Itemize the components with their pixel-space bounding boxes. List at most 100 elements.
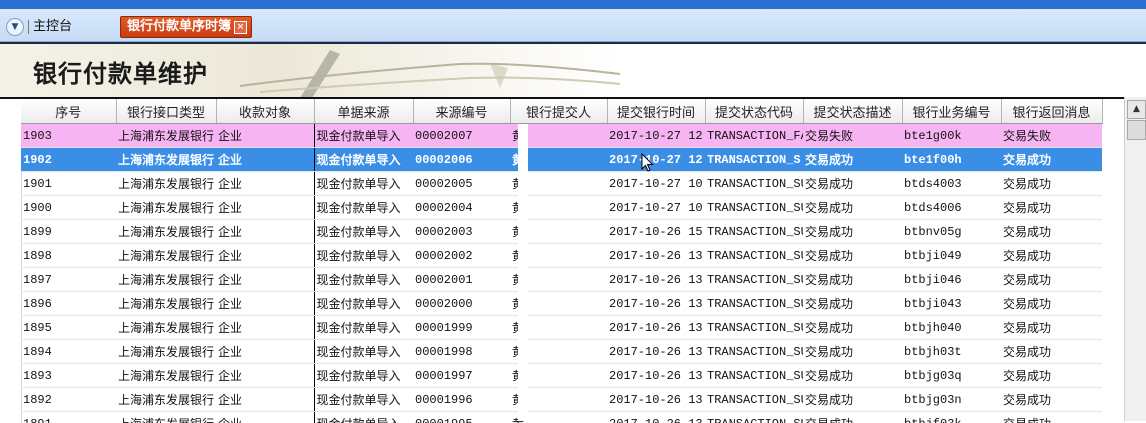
col-bank-return-message-cell: 交易成功	[1001, 412, 1102, 423]
col-status-description-cell: 交易成功	[803, 340, 902, 364]
col-bank-interface-type-cell: 上海浦东发展银行	[116, 292, 216, 316]
vertical-scrollbar[interactable]: ▲	[1124, 97, 1146, 421]
page-banner: 银行付款单维护	[0, 42, 1146, 98]
col-bank-business-number-cell: btbji049	[902, 244, 1001, 268]
table-row[interactable]: 1897上海浦东发展银行企业现金付款单导入00002001黄2017-10-26…	[21, 268, 1102, 292]
col-document-source-cell: 现金付款单导入	[314, 244, 413, 268]
col-submit-time-cell: 2017-10-27 12	[607, 148, 705, 172]
col-document-source-cell: 现金付款单导入	[314, 148, 413, 172]
table-row[interactable]: 1902上海浦东发展银行企业现金付款单导入00002006黄2017-10-27…	[21, 148, 1102, 172]
col-bank-interface-type-cell: 上海浦东发展银行	[116, 388, 216, 412]
col-submit-time-cell: 2017-10-27 10:5	[607, 196, 705, 220]
col-document-source-cell: 现金付款单导入	[314, 124, 413, 148]
col-payee-cell: 企业	[216, 196, 314, 220]
col-submit-time-header[interactable]: 提交银行时间	[607, 99, 705, 124]
col-payee-cell: 企业	[216, 268, 314, 292]
col-bank-business-number-cell: btbjh040	[902, 316, 1001, 340]
col-seq-cell: 1896	[21, 292, 116, 316]
col-source-number-cell: 00001995	[413, 412, 510, 423]
col-bank-submitter-header[interactable]: 银行提交人	[510, 99, 607, 124]
col-bank-return-message-cell: 交易成功	[1001, 292, 1102, 316]
tab-home[interactable]: 主控台	[33, 18, 72, 36]
col-bank-interface-type-cell: 上海浦东发展银行	[116, 364, 216, 388]
table-row[interactable]: 1903上海浦东发展银行企业现金付款单导入00002007黄2017-10-27…	[21, 124, 1102, 148]
col-bank-interface-type-cell: 上海浦东发展银行	[116, 148, 216, 172]
col-document-source-cell: 现金付款单导入	[314, 340, 413, 364]
col-source-number-header[interactable]: 来源编号	[413, 99, 510, 124]
col-bank-business-number-cell: btds4003	[902, 172, 1001, 196]
col-status-description-cell: 交易成功	[803, 196, 902, 220]
col-source-number-cell: 00002005	[413, 172, 510, 196]
col-seq-cell: 1897	[21, 268, 116, 292]
table-row[interactable]: 1891上海浦东发展银行企业现金付款单导入00001995黄2017-10-26…	[21, 412, 1102, 423]
tab-bar: ▼ 主控台 银行付款单序时簿 ×	[0, 9, 1146, 42]
col-source-number-cell: 00001999	[413, 316, 510, 340]
table-row[interactable]: 1896上海浦东发展银行企业现金付款单导入00002000黄2017-10-26…	[21, 292, 1102, 316]
col-source-number-cell: 00002000	[413, 292, 510, 316]
col-bank-interface-type-cell: 上海浦东发展银行	[116, 220, 216, 244]
tab-menu-chevron-down-icon[interactable]: ▼	[6, 18, 24, 36]
col-status-code-cell: TRANSACTION_SUC	[705, 220, 803, 244]
col-payee-cell: 企业	[216, 124, 314, 148]
col-bank-interface-type-cell: 上海浦东发展银行	[116, 244, 216, 268]
table-row[interactable]: 1894上海浦东发展银行企业现金付款单导入00001998黄2017-10-26…	[21, 340, 1102, 364]
table-row[interactable]: 1901上海浦东发展银行企业现金付款单导入00002005黄2017-10-27…	[21, 172, 1102, 196]
scroll-up-arrow-icon[interactable]: ▲	[1127, 100, 1146, 119]
table-row[interactable]: 1900上海浦东发展银行企业现金付款单导入00002004黄2017-10-27…	[21, 196, 1102, 220]
col-status-code-cell: TRANSACTION_SUC	[705, 340, 803, 364]
col-bank-business-number-header[interactable]: 银行业务编号	[902, 99, 1001, 124]
col-bank-return-message-cell: 交易成功	[1001, 364, 1102, 388]
tab-bank-payment-journal[interactable]: 银行付款单序时簿 ×	[120, 16, 252, 38]
col-bank-interface-type-cell: 上海浦东发展银行	[116, 124, 216, 148]
col-document-source-header[interactable]: 单据来源	[314, 99, 413, 124]
col-document-source-cell: 现金付款单导入	[314, 316, 413, 340]
col-status-code-cell: TRANSACTION_SUC	[705, 316, 803, 340]
col-payee-cell: 企业	[216, 148, 314, 172]
col-document-source-cell: 现金付款单导入	[314, 196, 413, 220]
col-bank-return-message-header[interactable]: 银行返回消息	[1001, 99, 1102, 124]
col-status-description-cell: 交易成功	[803, 172, 902, 196]
col-bank-return-message-cell: 交易失败	[1001, 124, 1102, 148]
table-row[interactable]: 1893上海浦东发展银行企业现金付款单导入00001997黄2017-10-26…	[21, 364, 1102, 388]
col-submit-time-cell: 2017-10-27 10:5	[607, 172, 705, 196]
col-status-description-cell: 交易成功	[803, 292, 902, 316]
col-bank-return-message-cell: 交易成功	[1001, 172, 1102, 196]
col-source-number-cell: 00002003	[413, 220, 510, 244]
col-seq-cell: 1894	[21, 340, 116, 364]
table-row[interactable]: 1895上海浦东发展银行企业现金付款单导入00001999黄2017-10-26…	[21, 316, 1102, 340]
col-document-source-cell: 现金付款单导入	[314, 172, 413, 196]
col-bank-return-message-cell: 交易成功	[1001, 316, 1102, 340]
table-header: 序号银行接口类型收款对象单据来源来源编号银行提交人提交银行时间提交状态代码提交状…	[21, 99, 1102, 124]
col-source-number-cell: 00001997	[413, 364, 510, 388]
col-source-number-cell: 00001996	[413, 388, 510, 412]
mouse-pointer-icon	[641, 153, 655, 173]
col-submit-time-cell: 2017-10-26 13:4	[607, 316, 705, 340]
col-source-number-cell: 00002007	[413, 124, 510, 148]
col-seq-header[interactable]: 序号	[21, 99, 116, 124]
col-document-source-cell: 现金付款单导入	[314, 220, 413, 244]
col-bank-interface-type-cell: 上海浦东发展银行	[116, 340, 216, 364]
col-payee-cell: 企业	[216, 412, 314, 423]
table-row[interactable]: 1898上海浦东发展银行企业现金付款单导入00002002黄2017-10-26…	[21, 244, 1102, 268]
col-bank-interface-type-header[interactable]: 银行接口类型	[116, 99, 216, 124]
scroll-thumb[interactable]	[1127, 120, 1146, 140]
col-status-code-cell: TRANSACTION_SUC	[705, 244, 803, 268]
col-submit-time-cell: 2017-10-26 13:5	[607, 244, 705, 268]
col-source-number-cell: 00002001	[413, 268, 510, 292]
payment-grid: 序号银行接口类型收款对象单据来源来源编号银行提交人提交银行时间提交状态代码提交状…	[0, 97, 1146, 423]
col-bank-interface-type-cell: 上海浦东发展银行	[116, 172, 216, 196]
col-status-code-cell: TRANSACTION_SUC	[705, 388, 803, 412]
col-seq-cell: 1899	[21, 220, 116, 244]
close-icon[interactable]: ×	[234, 21, 247, 34]
col-status-code-header[interactable]: 提交状态代码	[705, 99, 803, 124]
table-row[interactable]: 1892上海浦东发展银行企业现金付款单导入00001996黄2017-10-26…	[21, 388, 1102, 412]
table-row[interactable]: 1899上海浦东发展银行企业现金付款单导入00002003黄2017-10-26…	[21, 220, 1102, 244]
col-source-number-cell: 00001998	[413, 340, 510, 364]
col-payee-cell: 企业	[216, 244, 314, 268]
col-status-description-header[interactable]: 提交状态描述	[803, 99, 902, 124]
col-bank-return-message-cell: 交易成功	[1001, 340, 1102, 364]
col-payee-cell: 企业	[216, 364, 314, 388]
col-payee-cell: 企业	[216, 340, 314, 364]
col-payee-header[interactable]: 收款对象	[216, 99, 314, 124]
col-status-description-cell: 交易失败	[803, 124, 902, 148]
